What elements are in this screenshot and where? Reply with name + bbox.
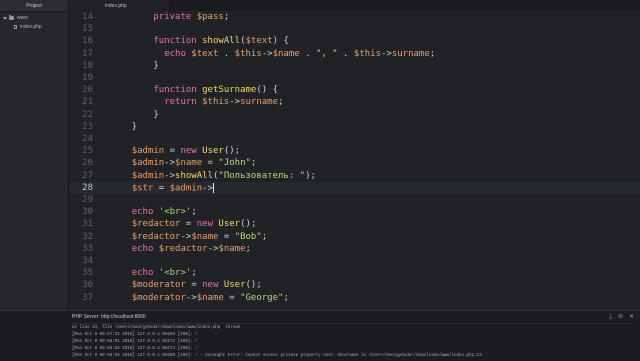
code-text: return $this->surname;: [164, 97, 284, 108]
tree-item-label: www: [17, 15, 28, 21]
code-line[interactable]: 29: [69, 194, 640, 206]
code-line[interactable]: 35 echo '<br>';: [69, 267, 640, 279]
line-number: 19: [82, 73, 93, 83]
line-number: 36: [82, 280, 93, 291]
code-text: function showAll($text) {: [153, 36, 289, 47]
line-number: 25: [82, 146, 93, 157]
php-server-panel: PHP Server: http://localhost:8000 ⤓ ⊘ ✕ …: [0, 310, 640, 361]
code-line[interactable]: 37 $moderator->$name = "George";: [69, 292, 640, 304]
code-text: }: [110, 60, 159, 71]
line-number: 26: [82, 158, 93, 169]
line-number: 28: [82, 182, 93, 193]
line-number: 21: [82, 97, 93, 108]
tree-item-www-folder[interactable]: www: [0, 14, 28, 22]
line-number: 23: [82, 121, 93, 132]
line-number: 29: [82, 195, 93, 205]
close-icon[interactable]: ✕: [629, 313, 634, 321]
code-line[interactable]: 27 $admin->showAll("Пользователь: ");: [69, 170, 640, 182]
code-line[interactable]: 36 $moderator = new User();: [69, 279, 640, 291]
code-line[interactable]: 20 function getSurname() {: [69, 84, 640, 96]
code-text: }: [110, 109, 159, 120]
folder-icon: [9, 15, 14, 20]
code-text: function getSurname() {: [153, 85, 279, 96]
code-text: $admin->$name = "John";: [131, 158, 257, 169]
code-text: echo $text . $this->$name . ", " . $this…: [164, 48, 436, 59]
code-line[interactable]: 32 $redactor->$name = "Bob";: [69, 231, 640, 243]
sidebar-title: Project: [26, 2, 42, 9]
code-line[interactable]: 31 $redactor = new User();: [69, 218, 640, 230]
code-text: $str = $admin->: [131, 182, 214, 194]
line-number: 33: [82, 243, 93, 254]
code-line[interactable]: 34: [69, 255, 640, 267]
code-text: private $pass;: [153, 12, 230, 22]
project-sidebar: Project www index.php: [0, 0, 69, 310]
log-line: at line 23, file /Users/GeorgyDudar/Down…: [72, 326, 241, 330]
line-number: 18: [82, 60, 93, 71]
line-number: 17: [82, 48, 93, 59]
line-number: 24: [82, 134, 93, 144]
code-line[interactable]: 24: [69, 133, 640, 145]
line-number: 27: [82, 170, 93, 181]
line-number: 32: [82, 231, 93, 242]
file-icon: [14, 25, 17, 29]
line-number: 15: [82, 24, 93, 35]
download-icon[interactable]: ⤓: [609, 313, 612, 321]
code-text: echo '<br>';: [131, 268, 197, 279]
code-line[interactable]: 21 return $this->surname;: [69, 96, 640, 108]
code-line[interactable]: 33 echo $redactor->$name;: [69, 243, 640, 255]
code-line[interactable]: 23 }: [69, 121, 640, 133]
code-text: $moderator->$name = "George";: [131, 292, 289, 303]
line-number: 34: [82, 256, 93, 266]
code-line[interactable]: 17 echo $text . $this->$name . ", " . $t…: [69, 48, 640, 60]
line-number: 14: [82, 12, 93, 22]
code-line[interactable]: 26 $admin->$name = "John";: [69, 157, 640, 169]
panel-header: PHP Server: http://localhost:8000 ⤓ ⊘ ✕: [72, 313, 640, 321]
code-line[interactable]: 15: [69, 23, 640, 35]
code-text: $admin->showAll("Пользователь: ");: [131, 170, 316, 181]
code-text: $redactor->$name = "Bob";: [131, 231, 268, 242]
code-line[interactable]: 25 $admin = new User();: [69, 145, 640, 157]
line-number: 31: [82, 219, 93, 230]
code-editor[interactable]: 14 private $pass; 15 16 function showAll($…: [69, 11, 640, 310]
code-line[interactable]: 30 echo '<br>';: [69, 206, 640, 218]
code-text: $moderator = new User();: [131, 280, 262, 291]
code-line[interactable]: 14 private $pass;: [69, 11, 640, 23]
clear-icon[interactable]: ⊘: [618, 313, 623, 321]
code-line[interactable]: 19: [69, 72, 640, 84]
code-line[interactable]: 22 }: [69, 109, 640, 121]
log-line: [Mon Oct 8 09:58:01 2018] 127.0.0.1:5827…: [72, 340, 198, 344]
code-line[interactable]: 28 $str = $admin->: [69, 181, 640, 194]
tree-item-index-php[interactable]: index.php: [0, 23, 42, 31]
log-line: [Mon Oct 8 09:57:31 2018] 127.0.0.1:5826…: [72, 333, 198, 337]
text-cursor: [213, 182, 214, 193]
panel-controls: ⤓ ⊘ ✕: [609, 313, 634, 321]
code-line[interactable]: 16 function showAll($text) {: [69, 35, 640, 47]
tab-index-php[interactable]: index.php: [69, 0, 169, 11]
line-number: 22: [82, 109, 93, 120]
code-text: $admin = new User();: [131, 146, 241, 157]
tab-label: index.php: [105, 2, 127, 9]
line-number: 35: [82, 268, 93, 279]
code-text: }: [110, 121, 138, 132]
code-text: echo '<br>';: [131, 207, 197, 218]
line-number: 37: [82, 292, 93, 303]
sidebar-header: Project: [0, 0, 68, 12]
line-number: 30: [82, 207, 93, 218]
panel-divider: [72, 323, 632, 324]
log-line: [Mon Oct 8 09:58:55 2018] 127.0.0.1:5828…: [72, 354, 482, 358]
tree-item-label: index.php: [20, 24, 42, 30]
code-text: echo $redactor->$name;: [131, 243, 251, 254]
line-number: 20: [82, 85, 93, 96]
code-line[interactable]: 18 }: [69, 60, 640, 72]
line-number: 16: [82, 36, 93, 47]
code-text: $redactor = new User();: [131, 219, 257, 230]
log-line: [Mon Oct 8 09:58:26 2018] 127.0.0.1:5827…: [72, 347, 198, 351]
chevron-down-icon[interactable]: [3, 16, 7, 20]
panel-title: PHP Server: http://localhost:8000: [72, 314, 146, 320]
